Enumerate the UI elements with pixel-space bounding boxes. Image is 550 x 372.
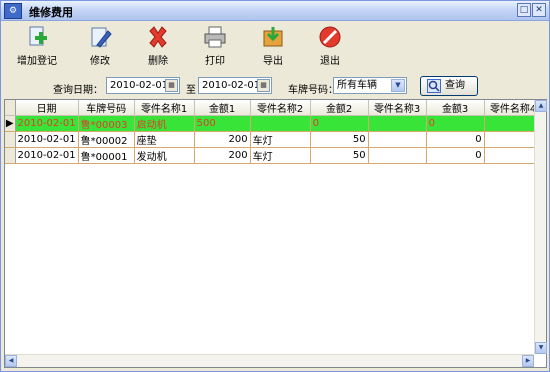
query-button[interactable]: 查询	[420, 76, 478, 96]
table-cell[interactable]: 2010-02-01	[15, 147, 79, 164]
close-button[interactable]: ✕	[532, 3, 546, 17]
table-cell[interactable]	[368, 131, 427, 148]
plate-select[interactable]: 所有车辆 ▼	[333, 77, 407, 94]
vertical-scrollbar[interactable]: ▲ ▼	[534, 100, 547, 354]
date-from-input[interactable]: 2010-02-01 ▦	[106, 77, 180, 94]
exit-button[interactable]: 退出	[304, 25, 356, 67]
add-record-button[interactable]: 增加登记	[11, 25, 63, 67]
column-header[interactable]: 金额1	[194, 100, 251, 116]
chevron-down-icon[interactable]: ▼	[391, 79, 405, 92]
app-icon: ⚙	[4, 3, 22, 19]
print-button[interactable]: 打印	[189, 25, 241, 67]
printer-icon	[204, 26, 226, 48]
table-cell[interactable]: 50	[310, 131, 369, 148]
maximize-button[interactable]: □	[517, 3, 531, 17]
date-label: 查询日期：	[53, 85, 103, 96]
scroll-left-icon[interactable]: ◀	[5, 355, 17, 367]
table-cell[interactable]: 200	[194, 131, 251, 148]
search-icon	[427, 79, 441, 93]
date-to-input[interactable]: 2010-02-01 ▦	[198, 77, 272, 94]
horizontal-scrollbar[interactable]: ◀ ▶	[5, 354, 534, 367]
export-icon	[263, 27, 283, 47]
calendar-icon[interactable]: ▦	[165, 79, 178, 92]
table-cell[interactable]: 2010-02-01	[15, 131, 79, 148]
edit-button[interactable]: 修改	[74, 25, 126, 67]
to-label: 至	[186, 85, 196, 96]
grid-table: 日期 车牌号码 零件名称1 金额1 零件名称2 金额2 零件名称3 金额3 零件…	[5, 100, 543, 164]
row-indicator	[5, 131, 16, 148]
export-button[interactable]: 导出	[247, 25, 299, 67]
column-header[interactable]: 车牌号码	[78, 100, 135, 116]
table-cell[interactable]: 0	[426, 131, 485, 148]
table-cell[interactable]: 0	[426, 147, 485, 164]
table-cell[interactable]	[368, 115, 427, 132]
table-cell[interactable]: 2010-02-01	[15, 115, 79, 132]
table-cell[interactable]: 鲁*00003	[78, 115, 135, 132]
row-indicator-header	[5, 100, 16, 116]
main-window: ⚙ 维修费用 □ ✕ 增加登记 修改 删除 打印 导出 退出 查询日期： 201…	[0, 0, 550, 372]
plate-label: 车牌号码：	[288, 85, 338, 96]
scroll-up-icon[interactable]: ▲	[535, 100, 547, 112]
add-document-icon	[29, 26, 47, 46]
table-cell[interactable]: 启动机	[134, 115, 195, 132]
table-cell[interactable]	[250, 115, 311, 132]
table-cell[interactable]: 500	[194, 115, 251, 132]
exit-icon	[319, 26, 341, 48]
table-cell[interactable]: 车灯	[250, 131, 311, 148]
toolbar: 增加登记 修改 删除 打印 导出 退出	[1, 21, 549, 69]
column-header[interactable]: 日期	[15, 100, 79, 116]
table-cell[interactable]	[368, 147, 427, 164]
table-cell[interactable]: 座垫	[134, 131, 195, 148]
grid-header-row: 日期 车牌号码 零件名称1 金额1 零件名称2 金额2 零件名称3 金额3 零件…	[5, 100, 543, 116]
delete-x-icon	[149, 26, 167, 48]
table-cell[interactable]: 鲁*00001	[78, 147, 135, 164]
table-cell[interactable]: 0	[426, 115, 485, 132]
filter-bar: 查询日期： 2010-02-01 ▦ 至 2010-02-01 ▦ 车牌号码： …	[1, 73, 549, 97]
table-row[interactable]: 2010-02-01 鲁*00002 座垫 200 车灯 50 0	[5, 131, 543, 148]
title-bar[interactable]: ⚙ 维修费用 □ ✕	[1, 1, 549, 21]
table-cell[interactable]: 200	[194, 147, 251, 164]
table-cell[interactable]: 车灯	[250, 147, 311, 164]
delete-button[interactable]: 删除	[132, 25, 184, 67]
column-header[interactable]: 零件名称3	[368, 100, 427, 116]
calendar-icon[interactable]: ▦	[257, 79, 270, 92]
column-header[interactable]: 零件名称1	[134, 100, 195, 116]
table-cell[interactable]: 0	[310, 115, 369, 132]
row-indicator	[5, 147, 16, 164]
table-cell[interactable]: 鲁*00002	[78, 131, 135, 148]
edit-icon	[91, 27, 112, 48]
data-grid[interactable]: 日期 车牌号码 零件名称1 金额1 零件名称2 金额2 零件名称3 金额3 零件…	[4, 99, 547, 368]
table-row[interactable]: ▶ 2010-02-01 鲁*00003 启动机 500 0 0	[5, 115, 543, 132]
current-row-indicator-icon: ▶	[5, 115, 16, 132]
column-header[interactable]: 金额3	[426, 100, 485, 116]
window-title: 维修费用	[29, 6, 73, 19]
column-header[interactable]: 零件名称2	[250, 100, 311, 116]
scroll-down-icon[interactable]: ▼	[535, 342, 547, 354]
table-cell[interactable]: 50	[310, 147, 369, 164]
table-row[interactable]: 2010-02-01 鲁*00001 发动机 200 车灯 50 0	[5, 147, 543, 164]
scroll-right-icon[interactable]: ▶	[522, 355, 534, 367]
column-header[interactable]: 金额2	[310, 100, 369, 116]
table-cell[interactable]: 发动机	[134, 147, 195, 164]
